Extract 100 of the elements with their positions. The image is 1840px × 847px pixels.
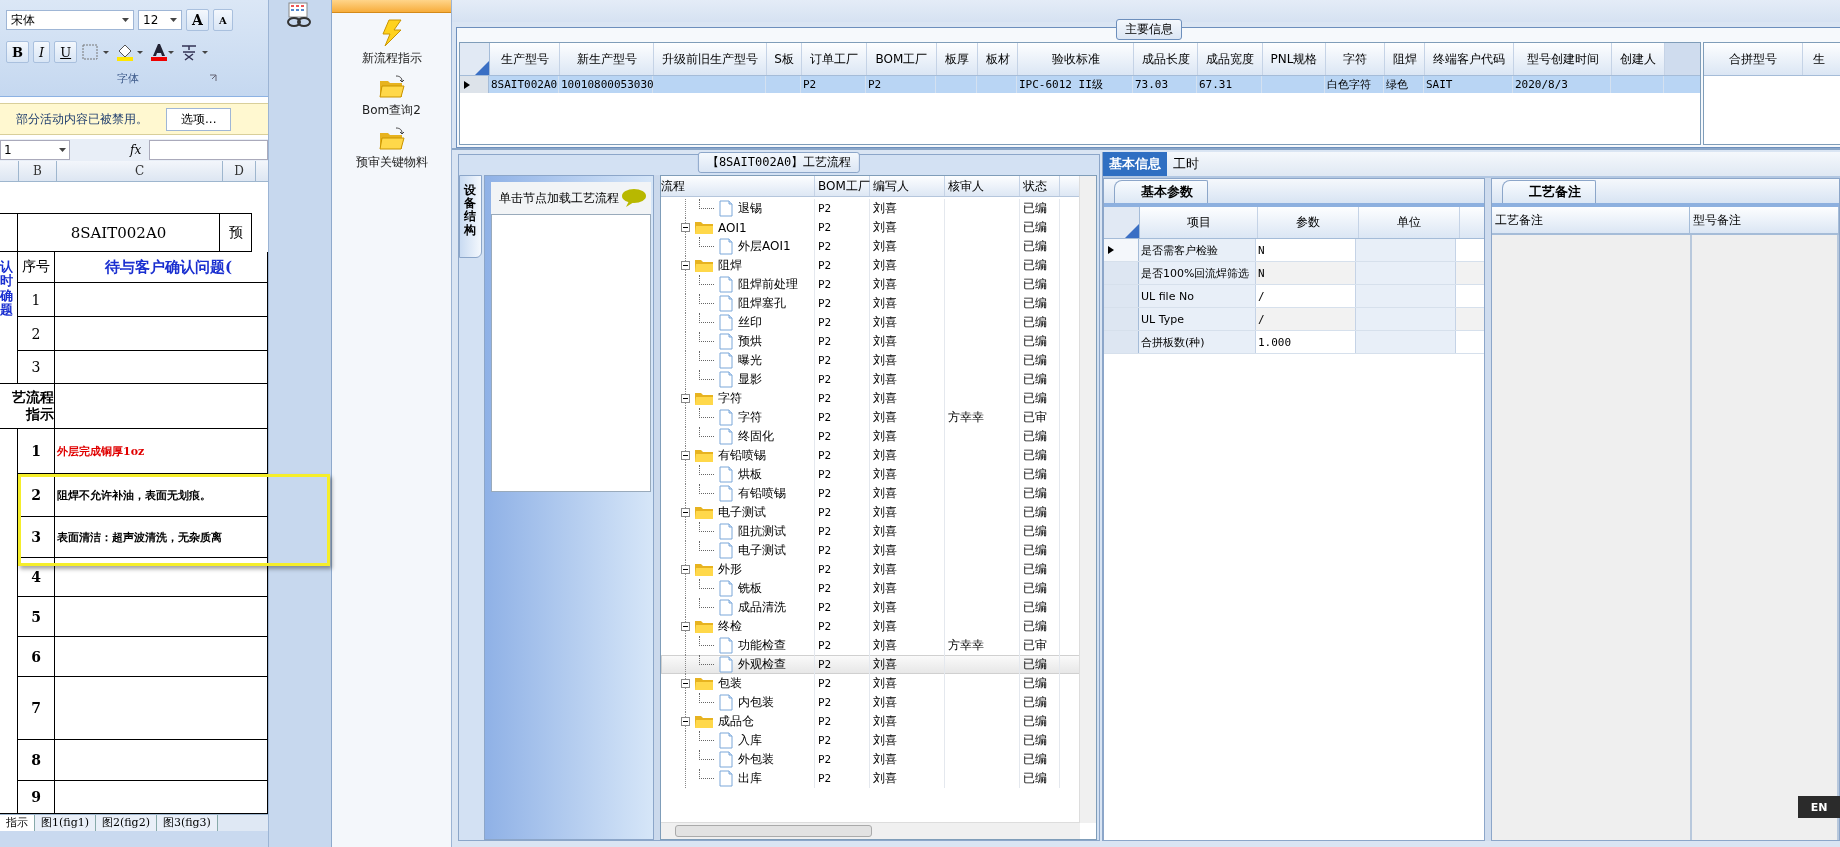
tree-row[interactable]: 曝光 P2 刘喜 已编: [661, 351, 1080, 370]
tree-row[interactable]: 丝印 P2 刘喜 已编: [661, 313, 1080, 332]
grow-font-button[interactable]: A: [186, 9, 209, 31]
formula-field[interactable]: [149, 140, 268, 160]
collapse-icon[interactable]: [681, 394, 690, 403]
side-tab[interactable]: 设备结构: [459, 175, 482, 258]
splitter-handle[interactable]: [654, 175, 660, 840]
sheet-tab[interactable]: 图2(fig2): [95, 815, 157, 831]
column-header[interactable]: 项目: [1140, 207, 1258, 238]
tree-row[interactable]: 字符 P2 刘喜 已编: [661, 389, 1080, 408]
tree-row[interactable]: 显影 P2 刘喜 已编: [661, 370, 1080, 389]
vertical-scrollbar[interactable]: [1079, 176, 1096, 823]
dialog-launcher-icon[interactable]: [209, 74, 217, 82]
nav-item[interactable]: 预审关键物料: [355, 127, 428, 171]
tree-row[interactable]: 电子测试 P2 刘喜 已编: [661, 503, 1080, 522]
sheet-tab[interactable]: 指示: [0, 815, 35, 831]
column-header[interactable]: 参数: [1258, 207, 1359, 238]
column-header[interactable]: 订单工厂: [802, 43, 867, 75]
column-header[interactable]: PNL规格: [1263, 43, 1326, 75]
italic-button[interactable]: I: [33, 41, 51, 63]
tree-row[interactable]: 成品清洗 P2 刘喜 已编: [661, 598, 1080, 617]
tree-row[interactable]: 铣板 P2 刘喜 已编: [661, 579, 1080, 598]
phonetic-guide-icon[interactable]: [179, 42, 210, 62]
tree-row[interactable]: 电子测试 P2 刘喜 已编: [661, 541, 1080, 560]
collapse-icon[interactable]: [681, 679, 690, 688]
collapse-icon[interactable]: [681, 717, 690, 726]
column-header[interactable]: 板厚: [937, 43, 978, 75]
nav-item[interactable]: 新流程指示: [361, 19, 422, 67]
column-header[interactable]: 状态: [1020, 176, 1060, 196]
tree-row[interactable]: 出库 P2 刘喜 已编: [661, 769, 1080, 788]
sheet-tab[interactable]: 图3(fig3): [156, 815, 218, 831]
table-row[interactable]: 是否100%回流焊筛选 N: [1104, 262, 1484, 285]
font-size-dropdown[interactable]: 12: [138, 10, 182, 30]
horizontal-scrollbar[interactable]: [661, 822, 1080, 839]
sheet-tab[interactable]: 图1(fig1): [35, 815, 96, 831]
tab[interactable]: 基本参数: [1114, 180, 1208, 203]
column-header[interactable]: 升级前旧生产型号: [654, 43, 767, 75]
tree-row[interactable]: 烘板 P2 刘喜 已编: [661, 465, 1080, 484]
column-header[interactable]: 单位: [1359, 207, 1460, 238]
scrollbar-thumb[interactable]: [675, 825, 872, 837]
name-box[interactable]: 1: [0, 140, 70, 160]
column-header[interactable]: 合拼型号: [1704, 43, 1803, 75]
splitter-handle[interactable]: [1485, 178, 1491, 841]
tab[interactable]: 基本信息: [1103, 152, 1167, 176]
column-header[interactable]: 型号备注: [1690, 207, 1839, 233]
tree-row[interactable]: 终检 P2 刘喜 已编: [661, 617, 1080, 636]
shrink-font-button[interactable]: A: [212, 9, 233, 31]
tree-row[interactable]: 字符 P2 刘喜 方幸幸 已审: [661, 408, 1080, 427]
tab[interactable]: 工时: [1167, 152, 1205, 176]
column-header[interactable]: C: [57, 161, 223, 181]
column-header[interactable]: 字符: [1326, 43, 1385, 75]
tree-row[interactable]: 阻抗测试 P2 刘喜 已编: [661, 522, 1080, 541]
nav-item[interactable]: Bom查询2: [362, 75, 421, 119]
table-row[interactable]: UL Type /: [1104, 308, 1484, 331]
collapse-icon[interactable]: [681, 508, 690, 517]
tree-row[interactable]: 阻焊 P2 刘喜 已编: [661, 256, 1080, 275]
column-header[interactable]: 板材: [978, 43, 1018, 75]
tree-row[interactable]: 外形 P2 刘喜 已编: [661, 560, 1080, 579]
column-header[interactable]: 核审人: [945, 176, 1020, 196]
tab[interactable]: 工艺备注: [1502, 180, 1596, 203]
collapse-icon[interactable]: [681, 565, 690, 574]
fill-color-icon[interactable]: [115, 42, 146, 62]
column-header[interactable]: 型号创建时间: [1514, 43, 1612, 75]
column-header[interactable]: 成品长度: [1134, 43, 1198, 75]
column-header[interactable]: 流程: [661, 176, 815, 196]
tree-row[interactable]: 成品仓 P2 刘喜 已编: [661, 712, 1080, 731]
column-header[interactable]: 生产型号: [490, 43, 560, 75]
column-header[interactable]: S板: [767, 43, 802, 75]
bold-button[interactable]: B: [6, 41, 29, 63]
tree-row[interactable]: 外包装 P2 刘喜 已编: [661, 750, 1080, 769]
tree-row[interactable]: 终固化 P2 刘喜 已编: [661, 427, 1080, 446]
table-row[interactable]: UL file No /: [1104, 285, 1484, 308]
function-label[interactable]: fx: [130, 143, 142, 157]
collapse-icon[interactable]: [681, 261, 690, 270]
column-header[interactable]: 生: [1803, 43, 1840, 75]
column-header[interactable]: 成品宽度: [1198, 43, 1263, 75]
table-row[interactable]: 是否需客户检验 N: [1104, 239, 1484, 262]
tree-row[interactable]: 包装 P2 刘喜 已编: [661, 674, 1080, 693]
tree-row[interactable]: 阻焊塞孔 P2 刘喜 已编: [661, 294, 1080, 313]
tree-row[interactable]: 外层AOI1 P2 刘喜 已编: [661, 237, 1080, 256]
collapse-icon[interactable]: [681, 451, 690, 460]
tree-row[interactable]: 外观检查 P2 刘喜 已编: [661, 655, 1080, 674]
column-header[interactable]: BOM工厂: [815, 176, 870, 196]
font-name-dropdown[interactable]: 宋体: [6, 10, 134, 30]
column-header[interactable]: 编写人: [870, 176, 945, 196]
column-header[interactable]: 验收标准: [1018, 43, 1134, 75]
tree-row[interactable]: 阻焊前处理 P2 刘喜 已编: [661, 275, 1080, 294]
collapse-icon[interactable]: [681, 622, 690, 631]
corner-triangle-icon[interactable]: [1125, 224, 1139, 238]
underline-button[interactable]: U: [54, 41, 78, 63]
column-header[interactable]: 工艺备注: [1492, 207, 1690, 233]
column-header[interactable]: 阻焊: [1385, 43, 1425, 75]
tree-row[interactable]: 退锡 P2 刘喜 已编: [661, 199, 1080, 218]
column-header[interactable]: 终端客户代码: [1425, 43, 1514, 75]
tree-row[interactable]: 入库 P2 刘喜 已编: [661, 731, 1080, 750]
font-color-icon[interactable]: [149, 42, 176, 62]
tree-row[interactable]: AOI1 P2 刘喜 已编: [661, 218, 1080, 237]
tree-row[interactable]: 有铅喷锡 P2 刘喜 已编: [661, 446, 1080, 465]
column-header[interactable]: 新生产型号: [560, 43, 654, 75]
corner-triangle-icon[interactable]: [475, 61, 489, 75]
